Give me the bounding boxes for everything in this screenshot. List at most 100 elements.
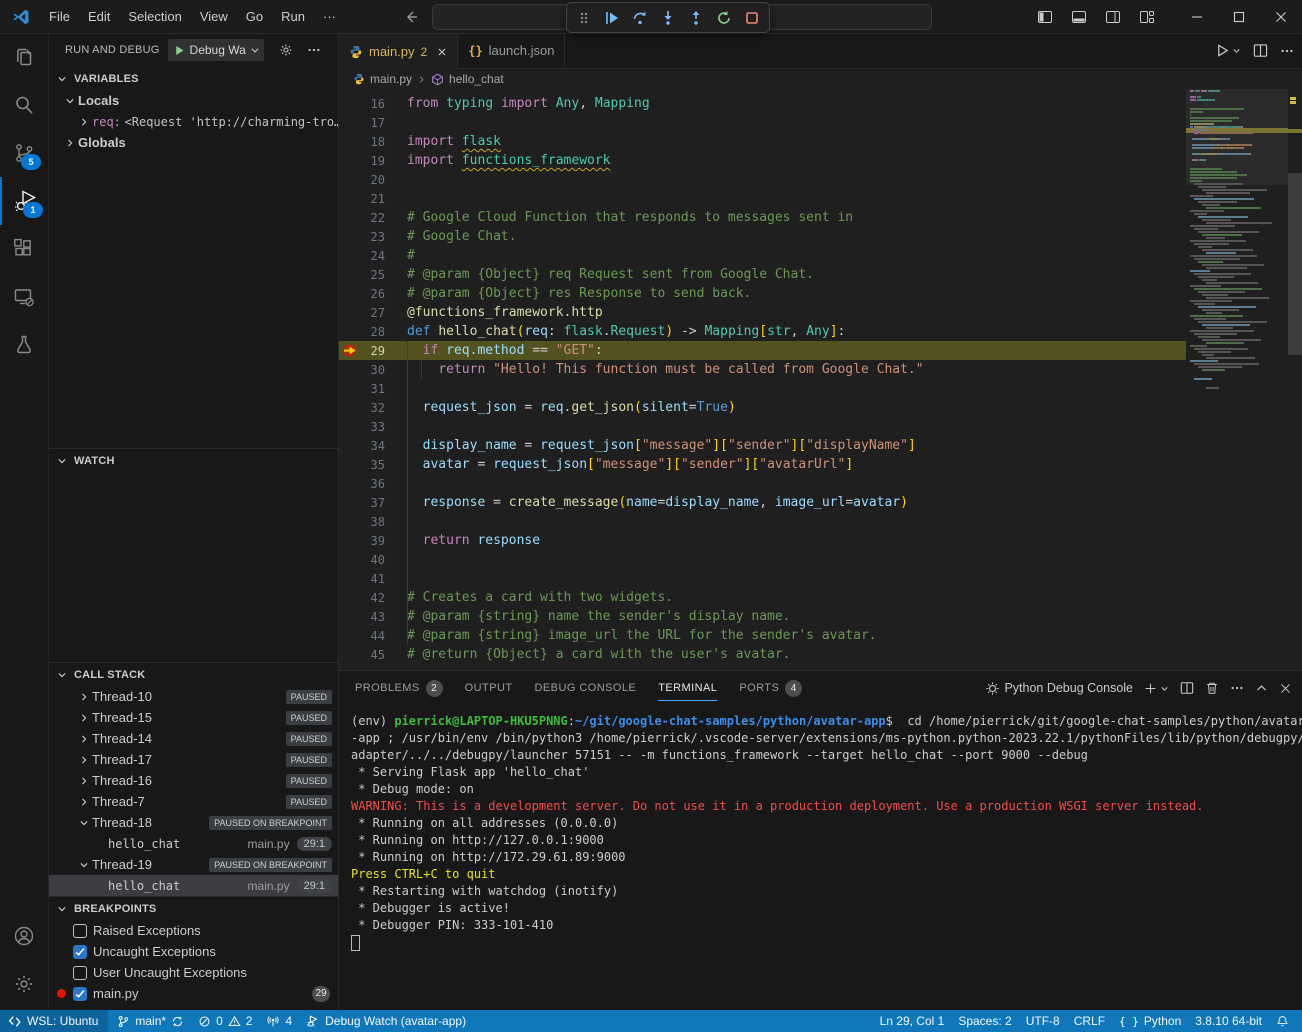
code-line-20[interactable]: 20 — [339, 170, 1186, 189]
code-line-45[interactable]: 45# @return {Object} a card with the use… — [339, 645, 1186, 664]
code-line-31[interactable]: 31 — [339, 379, 1186, 398]
toggle-panel-icon[interactable] — [1064, 3, 1094, 31]
variables-scope-globals[interactable]: Globals — [48, 132, 338, 153]
code-line-34[interactable]: 34 display_name = request_json["message"… — [339, 436, 1186, 455]
account-icon[interactable] — [0, 912, 48, 960]
split-terminal-icon[interactable] — [1180, 681, 1194, 695]
variables-scope-locals[interactable]: Locals — [48, 90, 338, 111]
breakpoint-gutter[interactable] — [339, 208, 361, 227]
toggle-sidebar-icon[interactable] — [1030, 3, 1060, 31]
minimap[interactable] — [1186, 89, 1288, 671]
breakpoints-section-header[interactable]: BREAKPOINTS — [48, 896, 338, 920]
activity-search[interactable] — [0, 81, 48, 129]
debug-stop-button[interactable] — [739, 5, 765, 30]
breakpoint-gutter[interactable] — [339, 322, 361, 341]
minimize-button[interactable] — [1176, 0, 1218, 33]
menu-run[interactable]: Run — [272, 6, 314, 28]
customize-layout-icon[interactable] — [1132, 3, 1162, 31]
code-line-23[interactable]: 23# Google Chat. — [339, 227, 1186, 246]
code-line-17[interactable]: 17 — [339, 113, 1186, 132]
panel-tab-problems[interactable]: PROBLEMS2 — [355, 671, 443, 705]
activity-remote-explorer[interactable] — [0, 273, 48, 321]
code-line-29[interactable]: 29 if req.method == "GET": — [339, 341, 1186, 360]
variables-section-header[interactable]: VARIABLES — [48, 67, 338, 90]
call-stack-section-header[interactable]: CALL STACK — [48, 662, 338, 686]
menu-file[interactable]: File — [40, 6, 79, 28]
nav-back-icon[interactable] — [403, 9, 419, 25]
code-line-21[interactable]: 21 — [339, 189, 1186, 208]
toggle-secondary-sidebar-icon[interactable] — [1098, 3, 1128, 31]
breakpoint-gutter[interactable] — [339, 113, 361, 132]
callstack-thread[interactable]: Thread-10PAUSED — [48, 686, 338, 707]
statusbar-problems[interactable]: 02 — [191, 1010, 259, 1032]
tab-main.py[interactable]: main.py2 — [339, 33, 458, 70]
new-terminal-icon[interactable] — [1144, 682, 1169, 695]
breakpoint-gutter[interactable] — [339, 379, 361, 398]
statusbar-remote-indicator[interactable]: WSL: Ubuntu — [0, 1010, 108, 1032]
code-line-24[interactable]: 24# — [339, 246, 1186, 265]
breakpoint-gutter[interactable] — [339, 626, 361, 645]
panel-tab-terminal[interactable]: TERMINAL — [658, 671, 717, 705]
breakpoint-gutter[interactable] — [339, 550, 361, 569]
code-line-26[interactable]: 26# @param {Object} res Response to send… — [339, 284, 1186, 303]
code-line-40[interactable]: 40 — [339, 550, 1186, 569]
variable-req[interactable]: req: <Request 'http://charming-tro… — [48, 111, 338, 132]
activity-explorer[interactable] — [0, 33, 48, 81]
settings-gear-icon[interactable] — [0, 960, 48, 1008]
breakpoint-gutter[interactable] — [339, 645, 361, 664]
close-panel-icon[interactable] — [1279, 682, 1292, 695]
activity-run-debug[interactable]: 1 — [0, 177, 50, 225]
debug-step-into-button[interactable] — [655, 5, 681, 30]
breakpoint-gutter[interactable] — [339, 474, 361, 493]
code-line-37[interactable]: 37 response = create_message(name=displa… — [339, 493, 1186, 512]
code-editor[interactable]: 16from typing import Any, Mapping1718imp… — [339, 89, 1302, 671]
statusbar-eol[interactable]: CRLF — [1067, 1010, 1112, 1032]
callstack-thread[interactable]: Thread-15PAUSED — [48, 707, 338, 728]
breakpoint-gutter[interactable] — [339, 512, 361, 531]
statusbar-language-mode[interactable]: { }Python — [1112, 1010, 1188, 1032]
code-line-43[interactable]: 43# @param {string} name the sender's di… — [339, 607, 1186, 626]
panel-tab-output[interactable]: OUTPUT — [465, 671, 513, 705]
breakpoint-item[interactable]: Raised Exceptions — [48, 920, 338, 941]
maximize-button[interactable] — [1218, 0, 1260, 33]
statusbar-branch[interactable]: main* — [110, 1010, 191, 1032]
debug-step-over-button[interactable] — [627, 5, 653, 30]
activity-extensions[interactable] — [0, 225, 48, 273]
breakpoint-gutter[interactable] — [339, 265, 361, 284]
breakpoint-gutter[interactable] — [339, 493, 361, 512]
breakpoint-gutter[interactable] — [339, 588, 361, 607]
code-line-44[interactable]: 44# @param {string} image_url the URL fo… — [339, 626, 1186, 645]
debug-step-out-button[interactable] — [683, 5, 709, 30]
panel-more-actions-icon[interactable] — [1230, 681, 1244, 695]
callstack-frame[interactable]: hello_chatmain.py29:1 — [48, 833, 338, 854]
code-line-28[interactable]: 28def hello_chat(req: flask.Request) -> … — [339, 322, 1186, 341]
breakpoint-item[interactable]: Uncaught Exceptions — [48, 941, 338, 962]
code-line-30[interactable]: 30 return "Hello! This function must be … — [339, 360, 1186, 379]
code-line-25[interactable]: 25# @param {Object} req Request sent fro… — [339, 265, 1186, 284]
menu-edit[interactable]: Edit — [79, 6, 119, 28]
code-line-33[interactable]: 33 — [339, 417, 1186, 436]
code-line-18[interactable]: 18import flask — [339, 132, 1186, 151]
breakpoint-gutter[interactable] — [339, 398, 361, 417]
debug-settings-gear-icon[interactable] — [278, 42, 294, 58]
breadcrumb[interactable]: main.py hello_chat — [339, 69, 1302, 89]
code-line-42[interactable]: 42# Creates a card with two widgets. — [339, 588, 1186, 607]
code-line-39[interactable]: 39 return response — [339, 531, 1186, 550]
breakpoint-gutter[interactable] — [339, 284, 361, 303]
panel-tab-debug-console[interactable]: DEBUG CONSOLE — [535, 671, 637, 705]
callstack-thread[interactable]: Thread-17PAUSED — [48, 749, 338, 770]
statusbar-indentation[interactable]: Spaces: 2 — [951, 1010, 1018, 1032]
breakpoint-gutter[interactable] — [339, 170, 361, 189]
code-line-38[interactable]: 38 — [339, 512, 1186, 531]
activity-testing[interactable] — [0, 321, 48, 369]
menu-go[interactable]: Go — [237, 6, 272, 28]
launch-configuration-picker[interactable]: Debug Wa — [168, 39, 264, 61]
code-line-19[interactable]: 19import functions_framework — [339, 151, 1186, 170]
statusbar-ports-forwarded[interactable]: 4 — [259, 1010, 299, 1032]
terminal-output[interactable]: (env) pierrick@LAPTOP-HKU5PNNG:~/git/goo… — [339, 705, 1302, 1010]
statusbar-debug-session[interactable]: Debug Watch (avatar-app) — [299, 1010, 473, 1032]
statusbar-cursor-position[interactable]: Ln 29, Col 1 — [873, 1010, 952, 1032]
callstack-thread[interactable]: Thread-7PAUSED — [48, 791, 338, 812]
code-line-35[interactable]: 35 avatar = request_json["message"]["sen… — [339, 455, 1186, 474]
code-line-27[interactable]: 27@functions_framework.http — [339, 303, 1186, 322]
